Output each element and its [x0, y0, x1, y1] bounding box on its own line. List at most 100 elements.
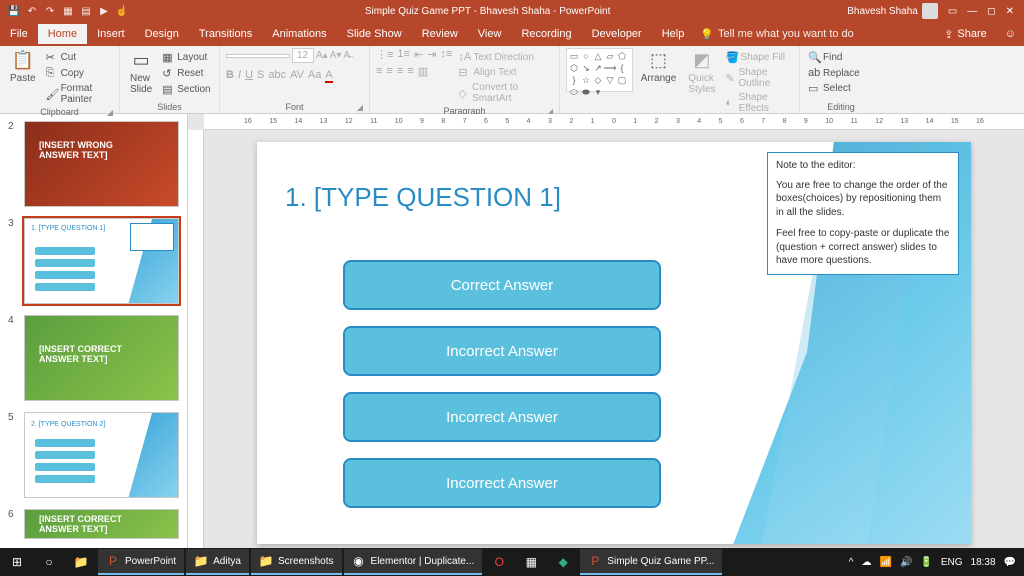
taskbar-ppt2[interactable]: PSimple Quiz Game PP...	[580, 549, 722, 575]
shape-fill-button[interactable]: 🪣Shape Fill	[724, 50, 793, 65]
find-button[interactable]: 🔍Find	[806, 50, 862, 65]
font-color-button[interactable]: A	[325, 69, 332, 83]
section-button[interactable]: ▤Section	[160, 82, 212, 97]
answer-incorrect[interactable]: Incorrect Answer	[343, 326, 661, 376]
tray-chevron-icon[interactable]: ^	[849, 557, 854, 568]
thumbnail-2[interactable]: 2 [INSERT WRONGANSWER TEXT]	[0, 118, 187, 215]
underline-button[interactable]: U	[245, 69, 253, 83]
bold-button[interactable]: B	[226, 69, 234, 83]
numbering-icon[interactable]: 1≡	[397, 48, 410, 61]
taskbar-screenshots[interactable]: 📁Screenshots	[251, 549, 342, 575]
minimize-icon[interactable]: —	[967, 6, 977, 17]
undo-icon[interactable]: ↶	[26, 5, 38, 17]
taskbar-app[interactable]: ▦	[516, 549, 546, 575]
answer-incorrect[interactable]: Incorrect Answer	[343, 458, 661, 508]
explorer-button[interactable]: 📁	[66, 549, 96, 575]
launcher-icon[interactable]: ◢	[357, 103, 363, 112]
arrange-button[interactable]: ⬚Arrange	[637, 48, 681, 86]
columns-icon[interactable]: ▥	[418, 65, 428, 78]
cut-button[interactable]: ✂Cut	[44, 50, 113, 65]
shape-outline-button[interactable]: ✎Shape Outline	[724, 66, 793, 90]
thumbnail-5[interactable]: 5 2. [TYPE QUESTION 2]	[0, 409, 187, 506]
tab-view[interactable]: View	[468, 24, 512, 44]
replace-button[interactable]: abReplace	[806, 66, 862, 80]
feedback-icon[interactable]: ☺	[997, 28, 1024, 40]
tab-animations[interactable]: Animations	[262, 24, 336, 44]
shape-effects-button[interactable]: ◐Shape Effects	[724, 91, 793, 115]
thumbnail-4[interactable]: 4 [INSERT CORRECTANSWER TEXT]	[0, 312, 187, 409]
spacing-button[interactable]: AV	[290, 69, 304, 83]
tab-home[interactable]: Home	[38, 24, 87, 44]
shadow-button[interactable]: abc	[268, 69, 286, 83]
paste-button[interactable]: 📋Paste	[6, 48, 40, 86]
thumbnail-3[interactable]: 3 1. [TYPE QUESTION 1]	[0, 215, 187, 312]
slideshow-icon[interactable]: ▶	[98, 5, 110, 17]
tray-cloud-icon[interactable]: ☁	[861, 557, 871, 568]
redo-icon[interactable]: ↷	[44, 5, 56, 17]
grow-font-icon[interactable]: A▴	[316, 50, 328, 61]
slide-canvas[interactable]: 1. [TYPE QUESTION 1] Correct Answer Inco…	[257, 142, 971, 544]
new-slide-button[interactable]: ▭New Slide	[126, 48, 156, 97]
align-left-icon[interactable]: ≡	[376, 65, 382, 78]
tray-wifi-icon[interactable]: 📶	[879, 557, 891, 568]
format-painter-button[interactable]: 🖌Format Painter	[44, 82, 113, 106]
align-center-icon[interactable]: ≡	[386, 65, 392, 78]
share-button[interactable]: ⇪Share	[934, 28, 997, 41]
slide-title[interactable]: 1. [TYPE QUESTION 1]	[285, 182, 561, 213]
qat-icon[interactable]: ▦	[62, 5, 74, 17]
taskbar-powerpoint[interactable]: PPowerPoint	[98, 549, 184, 575]
layout-button[interactable]: ▦Layout	[160, 50, 212, 65]
indent-dec-icon[interactable]: ⇤	[414, 48, 423, 61]
save-icon[interactable]: 💾	[8, 5, 20, 17]
tab-review[interactable]: Review	[412, 24, 468, 44]
tab-developer[interactable]: Developer	[582, 24, 652, 44]
tab-help[interactable]: Help	[652, 24, 695, 44]
tab-file[interactable]: File	[0, 24, 38, 44]
tab-design[interactable]: Design	[135, 24, 189, 44]
text-direction-button[interactable]: ↕AText Direction	[456, 50, 553, 64]
tab-transitions[interactable]: Transitions	[189, 24, 262, 44]
font-size-select[interactable]: 12	[292, 48, 314, 63]
editor-note[interactable]: Note to the editor: You are free to chan…	[767, 152, 959, 275]
align-right-icon[interactable]: ≡	[397, 65, 403, 78]
ribbon-options-icon[interactable]: ▭	[948, 6, 957, 17]
maximize-icon[interactable]: ◻	[987, 6, 995, 17]
tray-battery-icon[interactable]: 🔋	[920, 557, 932, 568]
qat-icon[interactable]: ▤	[80, 5, 92, 17]
taskbar-chrome[interactable]: ◉Elementor | Duplicate...	[344, 549, 483, 575]
copy-button[interactable]: ⎘Copy	[44, 66, 113, 81]
align-text-button[interactable]: ⊟Align Text	[456, 65, 553, 80]
touch-icon[interactable]: ☝	[116, 5, 128, 17]
quick-styles-button[interactable]: ◩Quick Styles	[684, 48, 719, 97]
strike-button[interactable]: S	[257, 69, 264, 83]
clear-format-icon[interactable]: A̶	[343, 50, 350, 61]
taskbar-app[interactable]: ◆	[548, 549, 578, 575]
line-spacing-icon[interactable]: ↕≡	[440, 48, 452, 61]
indent-inc-icon[interactable]: ⇥	[427, 48, 436, 61]
tray-language[interactable]: ENG	[941, 557, 963, 568]
italic-button[interactable]: I	[238, 69, 241, 83]
answer-incorrect[interactable]: Incorrect Answer	[343, 392, 661, 442]
taskbar-opera[interactable]: O	[484, 549, 514, 575]
tray-notifications-icon[interactable]: 💬	[1004, 557, 1016, 568]
user-account[interactable]: Bhavesh Shaha	[847, 3, 938, 19]
tell-me[interactable]: 💡Tell me what you want to do	[700, 28, 853, 41]
close-icon[interactable]: ✕	[1006, 6, 1014, 17]
shrink-font-icon[interactable]: A▾	[330, 50, 342, 61]
launcher-icon[interactable]: ◢	[107, 108, 113, 117]
justify-icon[interactable]: ≡	[407, 65, 413, 78]
smartart-button[interactable]: ◇Convert to SmartArt	[456, 81, 553, 105]
shapes-gallery[interactable]: ▭○△▱⬠⬡ ↘↗⟶{}☆ ◇▽▢⬭⬬▾	[566, 48, 633, 92]
tab-recording[interactable]: Recording	[511, 24, 581, 44]
reset-button[interactable]: ↺Reset	[160, 66, 212, 81]
start-button[interactable]: ⊞	[2, 549, 32, 575]
answer-correct[interactable]: Correct Answer	[343, 260, 661, 310]
tray-clock[interactable]: 18:38	[971, 557, 996, 568]
tray-volume-icon[interactable]: 🔊	[900, 557, 912, 568]
tab-slideshow[interactable]: Slide Show	[337, 24, 412, 44]
thumbnail-6[interactable]: 6 [INSERT CORRECTANSWER TEXT]	[0, 506, 187, 547]
taskbar-aditya[interactable]: 📁Aditya	[186, 549, 249, 575]
tab-insert[interactable]: Insert	[87, 24, 135, 44]
case-button[interactable]: Aa	[308, 69, 321, 83]
search-button[interactable]: ○	[34, 549, 64, 575]
